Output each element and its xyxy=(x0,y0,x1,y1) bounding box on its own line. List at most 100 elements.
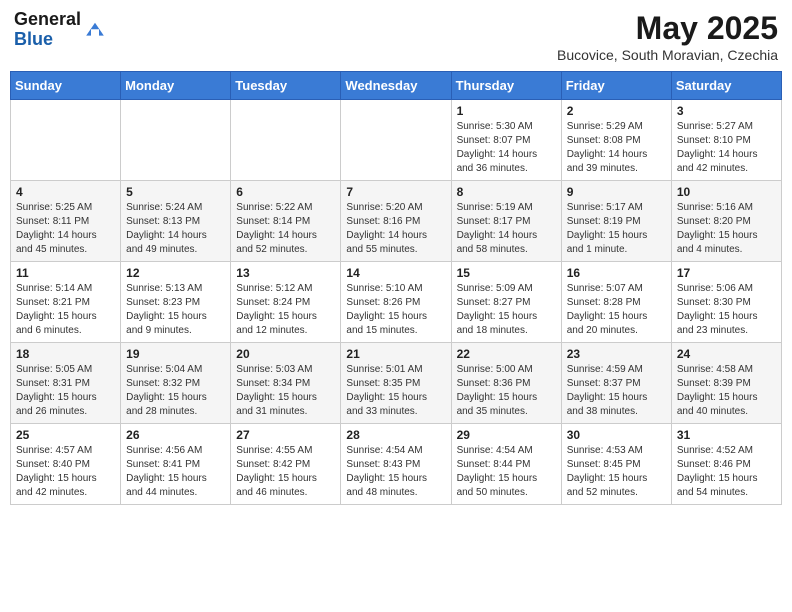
weekday-header-monday: Monday xyxy=(121,72,231,100)
day-info: Sunrise: 5:19 AMSunset: 8:17 PMDaylight:… xyxy=(457,201,556,257)
day-info: Sunrise: 5:16 AMSunset: 8:20 PMDaylight:… xyxy=(677,201,776,257)
calendar-cell: 29 Sunrise: 4:54 AMSunset: 8:44 PMDayligh… xyxy=(451,424,561,505)
calendar-cell: 23Sunrise: 4:59 AMSunset: 8:37 PMDayligh… xyxy=(561,343,671,424)
day-info: Sunrise: 5:22 AMSunset: 8:14 PMDaylight:… xyxy=(236,201,335,257)
day-info: Sunrise: 5:27 AMSunset: 8:10 PMDaylight:… xyxy=(677,120,776,176)
calendar-cell: 20 Sunrise: 5:03 AMSunset: 8:34 PMDayligh… xyxy=(231,343,341,424)
calendar-cell: 8 Sunrise: 5:19 AMSunset: 8:17 PMDaylight… xyxy=(451,181,561,262)
day-info: Sunrise: 5:14 AMSunset: 8:21 PMDaylight:… xyxy=(16,282,115,338)
day-number: 29 xyxy=(457,428,556,442)
day-info: Sunrise: 4:57 AMSunset: 8:40 PMDaylight:… xyxy=(16,444,115,500)
calendar-row-5: 25 Sunrise: 4:57 AMSunset: 8:40 PMDayligh… xyxy=(11,424,782,505)
calendar-cell: 31 Sunrise: 4:52 AMSunset: 8:46 PMDayligh… xyxy=(671,424,781,505)
day-info: Sunrise: 5:29 AMSunset: 8:08 PMDaylight:… xyxy=(567,120,666,176)
day-number: 15 xyxy=(457,266,556,280)
calendar-row-2: 4Sunrise: 5:25 AMSunset: 8:11 PMDaylight… xyxy=(11,181,782,262)
day-number: 9 xyxy=(567,185,666,199)
day-info: Sunrise: 5:01 AMSunset: 8:35 PMDaylight:… xyxy=(346,363,445,419)
weekday-header-friday: Friday xyxy=(561,72,671,100)
day-number: 11 xyxy=(16,266,115,280)
day-number: 22 xyxy=(457,347,556,361)
calendar-row-1: 1 Sunrise: 5:30 AMSunset: 8:07 PMDaylight… xyxy=(11,100,782,181)
calendar-cell: 12Sunrise: 5:13 AMSunset: 8:23 PMDayligh… xyxy=(121,262,231,343)
day-number: 3 xyxy=(677,104,776,118)
day-info: Sunrise: 4:54 AMSunset: 8:44 PMDaylight:… xyxy=(457,444,556,500)
day-info: Sunrise: 5:00 AMSunset: 8:36 PMDaylight:… xyxy=(457,363,556,419)
day-number: 20 xyxy=(236,347,335,361)
day-number: 8 xyxy=(457,185,556,199)
calendar-cell: 26 Sunrise: 4:56 AMSunset: 8:41 PMDayligh… xyxy=(121,424,231,505)
calendar-cell xyxy=(341,100,451,181)
calendar-cell: 15 Sunrise: 5:09 AMSunset: 8:27 PMDayligh… xyxy=(451,262,561,343)
day-info: Sunrise: 5:07 AMSunset: 8:28 PMDaylight:… xyxy=(567,282,666,338)
day-number: 21 xyxy=(346,347,445,361)
day-info: Sunrise: 5:10 AMSunset: 8:26 PMDaylight:… xyxy=(346,282,445,338)
day-info: Sunrise: 5:24 AMSunset: 8:13 PMDaylight:… xyxy=(126,201,225,257)
calendar-cell xyxy=(121,100,231,181)
day-info: Sunrise: 4:58 AMSunset: 8:39 PMDaylight:… xyxy=(677,363,776,419)
day-number: 31 xyxy=(677,428,776,442)
calendar-cell: 11 Sunrise: 5:14 AMSunset: 8:21 PMDayligh… xyxy=(11,262,121,343)
day-info: Sunrise: 5:12 AMSunset: 8:24 PMDaylight:… xyxy=(236,282,335,338)
calendar-cell: 3 Sunrise: 5:27 AMSunset: 8:10 PMDaylight… xyxy=(671,100,781,181)
day-info: Sunrise: 4:52 AMSunset: 8:46 PMDaylight:… xyxy=(677,444,776,500)
day-number: 17 xyxy=(677,266,776,280)
day-info: Sunrise: 4:53 AMSunset: 8:45 PMDaylight:… xyxy=(567,444,666,500)
logo-text: General Blue xyxy=(14,10,81,50)
day-number: 10 xyxy=(677,185,776,199)
day-info: Sunrise: 5:20 AMSunset: 8:16 PMDaylight:… xyxy=(346,201,445,257)
calendar-cell: 4Sunrise: 5:25 AMSunset: 8:11 PMDaylight… xyxy=(11,181,121,262)
page-header: General Blue May 2025 Bucovice, South Mo… xyxy=(10,10,782,63)
day-number: 2 xyxy=(567,104,666,118)
day-number: 30 xyxy=(567,428,666,442)
day-info: Sunrise: 5:25 AMSunset: 8:11 PMDaylight:… xyxy=(16,201,115,257)
day-number: 6 xyxy=(236,185,335,199)
calendar-cell: 21 Sunrise: 5:01 AMSunset: 8:35 PMDayligh… xyxy=(341,343,451,424)
day-number: 1 xyxy=(457,104,556,118)
day-info: Sunrise: 5:04 AMSunset: 8:32 PMDaylight:… xyxy=(126,363,225,419)
day-info: Sunrise: 5:17 AMSunset: 8:19 PMDaylight:… xyxy=(567,201,666,257)
calendar-cell: 22 Sunrise: 5:00 AMSunset: 8:36 PMDayligh… xyxy=(451,343,561,424)
weekday-header-thursday: Thursday xyxy=(451,72,561,100)
day-number: 14 xyxy=(346,266,445,280)
day-info: Sunrise: 5:03 AMSunset: 8:34 PMDaylight:… xyxy=(236,363,335,419)
calendar-cell: 27Sunrise: 4:55 AMSunset: 8:42 PMDayligh… xyxy=(231,424,341,505)
day-info: Sunrise: 5:06 AMSunset: 8:30 PMDaylight:… xyxy=(677,282,776,338)
calendar-cell: 1 Sunrise: 5:30 AMSunset: 8:07 PMDaylight… xyxy=(451,100,561,181)
day-number: 12 xyxy=(126,266,225,280)
subtitle: Bucovice, South Moravian, Czechia xyxy=(557,47,778,63)
calendar-cell: 18 Sunrise: 5:05 AMSunset: 8:31 PMDayligh… xyxy=(11,343,121,424)
day-info: Sunrise: 5:09 AMSunset: 8:27 PMDaylight:… xyxy=(457,282,556,338)
calendar-cell: 7Sunrise: 5:20 AMSunset: 8:16 PMDaylight… xyxy=(341,181,451,262)
calendar-cell: 25 Sunrise: 4:57 AMSunset: 8:40 PMDayligh… xyxy=(11,424,121,505)
calendar-cell: 9 Sunrise: 5:17 AMSunset: 8:19 PMDaylight… xyxy=(561,181,671,262)
title-block: May 2025 Bucovice, South Moravian, Czech… xyxy=(557,10,778,63)
day-info: Sunrise: 4:56 AMSunset: 8:41 PMDaylight:… xyxy=(126,444,225,500)
weekday-header-tuesday: Tuesday xyxy=(231,72,341,100)
day-number: 18 xyxy=(16,347,115,361)
day-number: 25 xyxy=(16,428,115,442)
calendar-table: SundayMondayTuesdayWednesdayThursdayFrid… xyxy=(10,71,782,505)
day-number: 27 xyxy=(236,428,335,442)
calendar-cell xyxy=(231,100,341,181)
day-info: Sunrise: 5:30 AMSunset: 8:07 PMDaylight:… xyxy=(457,120,556,176)
day-number: 19 xyxy=(126,347,225,361)
logo: General Blue xyxy=(14,10,107,50)
calendar-cell: 14 Sunrise: 5:10 AMSunset: 8:26 PMDayligh… xyxy=(341,262,451,343)
calendar-cell: 19 Sunrise: 5:04 AMSunset: 8:32 PMDayligh… xyxy=(121,343,231,424)
calendar-cell: 5Sunrise: 5:24 AMSunset: 8:13 PMDaylight… xyxy=(121,181,231,262)
calendar-row-4: 18 Sunrise: 5:05 AMSunset: 8:31 PMDayligh… xyxy=(11,343,782,424)
day-number: 28 xyxy=(346,428,445,442)
calendar-cell: 16 Sunrise: 5:07 AMSunset: 8:28 PMDayligh… xyxy=(561,262,671,343)
weekday-header-saturday: Saturday xyxy=(671,72,781,100)
calendar-row-3: 11 Sunrise: 5:14 AMSunset: 8:21 PMDayligh… xyxy=(11,262,782,343)
day-number: 16 xyxy=(567,266,666,280)
calendar-cell: 6 Sunrise: 5:22 AMSunset: 8:14 PMDaylight… xyxy=(231,181,341,262)
day-info: Sunrise: 4:59 AMSunset: 8:37 PMDaylight:… xyxy=(567,363,666,419)
weekday-header-wednesday: Wednesday xyxy=(341,72,451,100)
calendar-cell: 28Sunrise: 4:54 AMSunset: 8:43 PMDayligh… xyxy=(341,424,451,505)
day-number: 26 xyxy=(126,428,225,442)
weekday-header-row: SundayMondayTuesdayWednesdayThursdayFrid… xyxy=(11,72,782,100)
day-info: Sunrise: 5:05 AMSunset: 8:31 PMDaylight:… xyxy=(16,363,115,419)
calendar-cell: 10 Sunrise: 5:16 AMSunset: 8:20 PMDayligh… xyxy=(671,181,781,262)
